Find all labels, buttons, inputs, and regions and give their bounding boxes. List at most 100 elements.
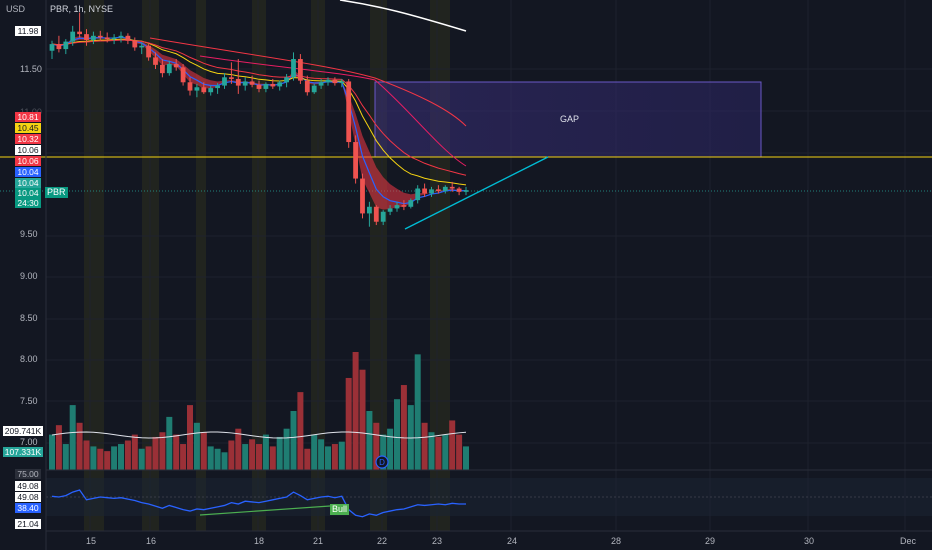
candle-body	[408, 200, 414, 207]
candle-body	[318, 82, 324, 86]
volume-bar	[449, 420, 456, 470]
price-tag: 10.81	[15, 112, 41, 122]
time-tick: 22	[377, 536, 388, 546]
candle-body	[270, 83, 276, 87]
candle-body	[146, 45, 151, 58]
candle-body	[346, 81, 352, 143]
volume-bar	[276, 436, 283, 470]
volume-bar	[311, 434, 318, 470]
candle-body	[422, 188, 427, 194]
volume-bar	[359, 369, 366, 470]
volume-bar	[166, 416, 173, 470]
candle-body	[166, 64, 172, 74]
candle-body	[415, 188, 421, 201]
volume-bar	[262, 434, 269, 470]
volume-bar	[55, 425, 62, 470]
time-tick: 15	[86, 536, 97, 546]
candle-body	[77, 31, 82, 35]
volume-bar	[400, 385, 407, 470]
rsi-tag: 49.08	[15, 481, 41, 491]
candle-body	[84, 34, 89, 40]
candle-body	[442, 186, 448, 192]
volume-bar	[69, 405, 76, 470]
time-tick: 23	[432, 536, 443, 546]
candle-body	[91, 35, 96, 40]
volume-bar	[338, 441, 345, 470]
gap-label: GAP	[560, 114, 580, 124]
volume-bar	[414, 354, 421, 470]
candle-body	[387, 208, 393, 212]
volume-bar	[193, 422, 200, 470]
volume-bar	[152, 436, 159, 470]
price-chart-canvas[interactable]: D	[0, 0, 932, 550]
candle-body	[401, 205, 407, 207]
candle-body	[298, 59, 303, 81]
volume-bar	[145, 446, 152, 470]
bull-divergence-label: Bull	[330, 504, 350, 515]
candle-body	[284, 77, 289, 83]
volume-bar	[442, 434, 449, 470]
volume-bar	[421, 422, 428, 470]
candle-body	[304, 80, 310, 93]
candle-body	[429, 189, 434, 194]
volume-bar	[235, 428, 242, 470]
volume-bar	[366, 411, 373, 470]
volume-bar	[297, 392, 304, 470]
volume-bar	[318, 439, 325, 470]
price-tick: 9.50	[20, 229, 38, 239]
time-tick: 24	[507, 536, 518, 546]
price-tag: 10.06	[15, 156, 41, 166]
candle-body	[339, 81, 345, 84]
candle-body	[139, 45, 145, 48]
currency-label: USD	[6, 4, 26, 14]
candle-body	[291, 59, 296, 78]
volume-tag: 107.331K	[3, 447, 43, 457]
candle-body	[311, 85, 317, 93]
volume-bar	[325, 446, 331, 470]
candle-body	[256, 84, 262, 89]
volume-bar	[97, 448, 104, 470]
price-tick: 8.50	[20, 313, 38, 323]
rsi-tag: 38.40	[15, 503, 41, 513]
price-tag: 10.32	[15, 134, 41, 144]
candle-body	[325, 79, 331, 83]
candle-body	[367, 206, 372, 214]
price-tick: 7.00	[20, 437, 38, 447]
volume-bar	[428, 432, 435, 470]
price-tag: 10.04	[15, 178, 41, 188]
candle-body	[235, 78, 241, 86]
volume-bar	[331, 444, 338, 470]
volume-bar	[228, 440, 235, 470]
volume-bar	[352, 352, 359, 470]
candle-body	[194, 87, 200, 91]
volume-bar	[62, 444, 69, 470]
candle-body	[353, 142, 358, 179]
candle-body	[242, 81, 248, 86]
volume-bar	[131, 434, 138, 470]
symbol-badge: PBR	[45, 187, 68, 198]
volume-tag: 209.741K	[3, 426, 43, 436]
volume-bar	[104, 451, 111, 470]
candle-body	[449, 186, 455, 189]
candle-body	[201, 87, 207, 93]
candle-body	[70, 31, 76, 42]
candle-body	[222, 77, 227, 86]
volume-bar	[456, 434, 463, 470]
volume-bar	[124, 440, 131, 470]
symbol-interval-title[interactable]: PBR, 1h, NYSE	[50, 4, 113, 14]
rsi-tag: 75.00	[15, 469, 41, 479]
volume-bar	[118, 444, 124, 470]
candle-body	[436, 189, 441, 192]
rsi-tag: 21.04	[15, 519, 41, 529]
volume-bar	[214, 448, 221, 470]
candle-body	[229, 77, 234, 79]
time-tick: Dec	[900, 536, 917, 546]
time-tick: 29	[705, 536, 716, 546]
volume-bar	[49, 434, 55, 470]
candle-body	[373, 206, 379, 222]
price-tag: 10.45	[15, 123, 41, 133]
volume-bar	[83, 440, 90, 470]
volume-bar	[76, 422, 83, 470]
candle-body	[332, 79, 338, 84]
volume-bar	[90, 446, 97, 470]
